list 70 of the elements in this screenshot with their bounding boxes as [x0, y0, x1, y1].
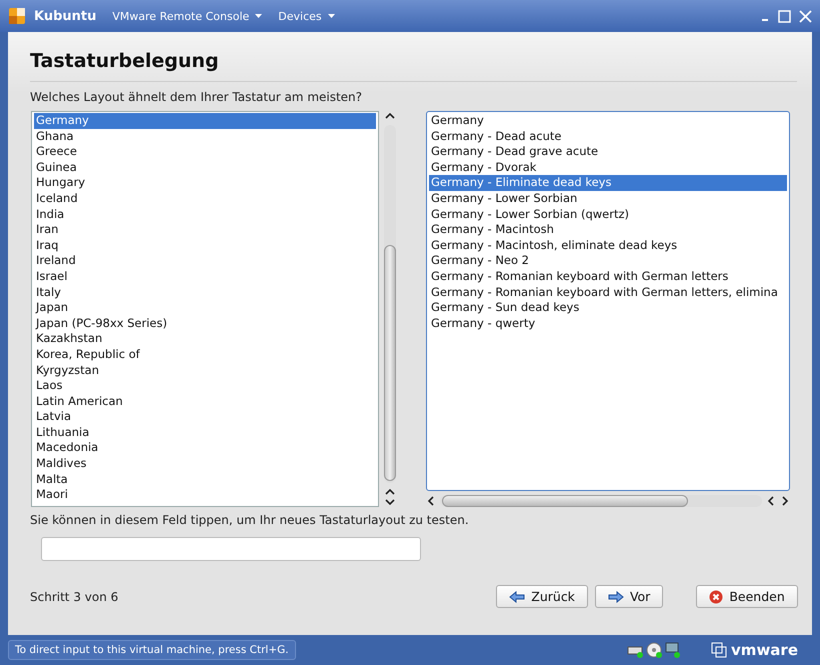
variant-item[interactable]: Germany - Romanian keyboard with German letters, elimina — [429, 284, 787, 300]
variant-item[interactable]: Germany - Neo 2 — [429, 253, 787, 269]
variant-item[interactable]: Germany - Dvorak — [429, 160, 787, 176]
logo-icon — [711, 642, 728, 658]
quit-button[interactable]: Beenden — [696, 585, 798, 608]
variant-item[interactable]: Germany - Dead acute — [429, 128, 787, 144]
variant-item[interactable]: Germany - Romanian keyboard with German letters — [429, 268, 787, 285]
chevron-down-icon[interactable] — [385, 497, 395, 507]
arrow-right-icon — [608, 590, 624, 602]
close-icon — [709, 590, 724, 604]
chevron-up-icon[interactable] — [385, 487, 395, 497]
layout-item[interactable]: Iceland — [34, 190, 376, 207]
menu-button[interactable]: Devices — [274, 10, 339, 22]
layout-item[interactable]: Israel — [34, 268, 376, 285]
layout-item[interactable]: India — [34, 206, 376, 222]
next-button[interactable]: Vor — [594, 585, 664, 608]
close-icon[interactable] — [799, 10, 812, 22]
layout-item[interactable]: Hungary — [34, 175, 376, 191]
layout-item[interactable]: Ghana — [34, 128, 376, 144]
layout-item[interactable]: Latin American — [34, 394, 376, 410]
menu-button[interactable]: VMware Remote Console — [108, 10, 266, 22]
device-icons-drawing[interactable] — [627, 641, 682, 659]
layout-item[interactable]: Italy — [34, 284, 376, 300]
layout-item[interactable]: Iraq — [34, 238, 376, 254]
input-field[interactable] — [41, 537, 421, 561]
scrollbar-thumb[interactable] — [442, 495, 688, 507]
variant-item[interactable]: Germany - Macintosh, eliminate dead keys — [429, 238, 787, 254]
variant-item[interactable]: Germany - Lower Sorbian — [429, 190, 787, 207]
test-hint: Sie können in diesem Feld tippen, um Ihr neues Tastaturlayout zu testen. — [30, 513, 470, 527]
window-title: Kubuntu — [34, 8, 96, 24]
layout-item[interactable]: Malta — [34, 472, 376, 488]
layout-item[interactable]: Germany — [34, 113, 376, 129]
variant-item[interactable]: Germany - Eliminate dead keys — [429, 175, 787, 191]
layout-item[interactable]: Lithuania — [34, 424, 376, 440]
variant-item[interactable]: Germany - qwerty — [429, 316, 787, 332]
layout-item[interactable]: Kyrgyzstan — [34, 362, 376, 378]
status-message: To direct input to this virtual machine, press Ctrl+G. — [8, 640, 296, 660]
scrollbar-thumb[interactable] — [384, 245, 396, 481]
layout-item[interactable]: Maori — [34, 487, 376, 503]
layout-item[interactable]: Kazakhstan — [34, 331, 376, 347]
layout-item[interactable]: Laos — [34, 378, 376, 394]
chevron-left-icon[interactable] — [426, 496, 436, 506]
layout-item[interactable]: Japan (PC-98xx Series) — [34, 316, 376, 332]
layout-item[interactable]: Macedonia — [34, 440, 376, 456]
question-text: Welches Layout ähnelt dem Ihrer Tastatur am meisten? — [30, 90, 364, 104]
variant-item[interactable]: Germany - Sun dead keys — [429, 300, 787, 316]
variant-item[interactable]: Germany - Lower Sorbian (qwertz) — [429, 206, 787, 222]
caret-icon — [255, 14, 262, 18]
logo-text: vmware — [731, 641, 798, 659]
layout-item[interactable]: Maldives — [34, 456, 376, 472]
arrow-left-icon — [509, 590, 526, 602]
layout-item[interactable]: Latvia — [34, 409, 376, 425]
app-icon — [8, 7, 26, 25]
layout-item[interactable]: Guinea — [34, 160, 376, 176]
chevron-up-icon[interactable] — [385, 111, 395, 121]
step-text: Schritt 3 von 6 — [30, 590, 118, 604]
chevron-left-icon[interactable] — [766, 496, 776, 506]
variant-item[interactable]: Germany — [429, 113, 787, 129]
maximize-icon[interactable] — [778, 10, 791, 22]
back-button[interactable]: Zurück — [496, 585, 588, 608]
variant-item[interactable]: Germany - Macintosh — [429, 222, 787, 238]
chevron-right-icon[interactable] — [780, 496, 790, 506]
variant-item[interactable]: Germany - Dead grave acute — [429, 144, 787, 160]
caret-icon — [328, 14, 335, 18]
layout-item[interactable]: Japan — [34, 300, 376, 316]
layout-item[interactable]: Ireland — [34, 253, 376, 269]
layout-item[interactable]: Korea, Republic of — [34, 346, 376, 362]
layout-item[interactable]: Iran — [34, 222, 376, 238]
page-heading: Tastaturbelegung — [30, 50, 220, 72]
layout-item[interactable]: Greece — [34, 144, 376, 160]
